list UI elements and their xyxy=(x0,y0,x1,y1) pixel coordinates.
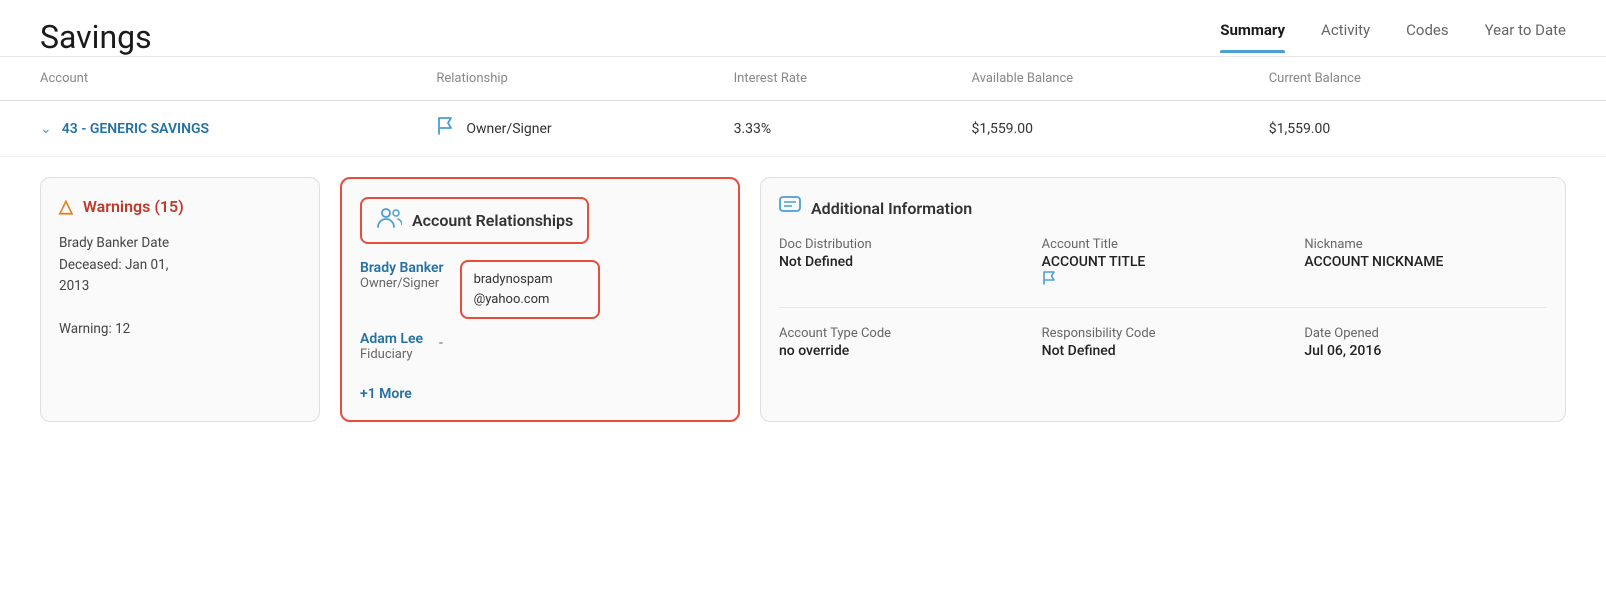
info-date-opened: Date Opened Jul 06, 2016 xyxy=(1304,326,1547,359)
info-account-type-code-label: Account Type Code xyxy=(779,326,1022,341)
person-1-email: bradynospam@yahoo.com xyxy=(474,272,553,307)
person-1-row: Brady Banker Owner/Signer bradynospam@ya… xyxy=(360,260,720,319)
person-1-name[interactable]: Brady Banker xyxy=(360,260,444,276)
chevron-down-icon[interactable]: ⌄ xyxy=(40,121,52,137)
info-account-title-label: Account Title xyxy=(1042,237,1285,252)
info-date-opened-label: Date Opened xyxy=(1304,326,1547,341)
nav-tabs: Summary Activity Codes Year to Date xyxy=(1220,21,1566,53)
info-nickname-value: ACCOUNT NICKNAME xyxy=(1304,254,1547,270)
person-2-email: - xyxy=(439,335,443,351)
tab-activity[interactable]: Activity xyxy=(1321,21,1370,53)
table-header: Account Relationship Interest Rate Avail… xyxy=(0,57,1606,101)
warnings-title: Warnings (15) xyxy=(83,197,184,216)
info-account-type-code: Account Type Code no override xyxy=(779,326,1022,359)
col-available-balance: Available Balance xyxy=(971,71,1268,86)
info-responsibility-code: Responsibility Code Not Defined xyxy=(1042,326,1285,359)
relationships-card: Account Relationships Brady Banker Owner… xyxy=(340,177,740,422)
person-2-entry: Adam Lee Fiduciary xyxy=(360,331,423,362)
page-title: Savings xyxy=(40,18,152,56)
person-2-name[interactable]: Adam Lee xyxy=(360,331,423,347)
account-title-flag-icon xyxy=(1042,270,1058,289)
current-balance-value: $1,559.00 xyxy=(1269,121,1566,137)
chat-icon xyxy=(779,196,801,221)
info-responsibility-code-value: Not Defined xyxy=(1042,343,1285,359)
person-1-role: Owner/Signer xyxy=(360,276,444,291)
info-date-opened-value: Jul 06, 2016 xyxy=(1304,343,1547,359)
additional-info-header: Additional Information xyxy=(779,196,1547,221)
info-grid: Doc Distribution Not Defined Account Tit… xyxy=(779,237,1547,359)
tab-year-to-date[interactable]: Year to Date xyxy=(1485,21,1566,53)
relationships-title: Account Relationships xyxy=(412,211,573,230)
warnings-card: △ Warnings (15) Brady Banker Date Deceas… xyxy=(40,177,320,422)
info-nickname: Nickname ACCOUNT NICKNAME xyxy=(1304,237,1547,289)
person-1-entry: Brady Banker Owner/Signer xyxy=(360,260,444,291)
account-link[interactable]: 43 - GENERIC SAVINGS xyxy=(62,121,209,137)
info-doc-distribution-label: Doc Distribution xyxy=(779,237,1022,252)
info-account-type-code-value: no override xyxy=(779,343,1022,359)
info-doc-distribution-value: Not Defined xyxy=(779,254,1022,270)
person-1-email-bubble: bradynospam@yahoo.com xyxy=(460,260,600,319)
more-link[interactable]: +1 More xyxy=(360,386,720,402)
flag-icon xyxy=(436,117,456,140)
tab-summary[interactable]: Summary xyxy=(1220,21,1285,53)
info-nickname-label: Nickname xyxy=(1304,237,1547,252)
warning-icon: △ xyxy=(59,196,73,217)
page-header: Savings Summary Activity Codes Year to D… xyxy=(0,0,1606,57)
person-2-role: Fiduciary xyxy=(360,347,423,362)
person-2-row: Adam Lee Fiduciary - xyxy=(360,331,720,374)
relationships-card-header: Account Relationships xyxy=(360,197,589,244)
additional-info-title: Additional Information xyxy=(811,199,972,218)
people-icon xyxy=(376,207,402,234)
info-divider xyxy=(779,307,1547,308)
additional-info-card: Additional Information Doc Distribution … xyxy=(760,177,1566,422)
info-account-title-value: ACCOUNT TITLE xyxy=(1042,254,1285,289)
relationship-value: Owner/Signer xyxy=(466,121,551,137)
tab-codes[interactable]: Codes xyxy=(1406,21,1448,53)
account-cell: ⌄ 43 - GENERIC SAVINGS xyxy=(40,121,436,137)
col-current-balance: Current Balance xyxy=(1269,71,1566,86)
col-relationship: Relationship xyxy=(436,71,733,86)
info-responsibility-code-label: Responsibility Code xyxy=(1042,326,1285,341)
warnings-card-header: △ Warnings (15) xyxy=(59,196,301,217)
info-doc-distribution: Doc Distribution Not Defined xyxy=(779,237,1022,289)
cards-section: △ Warnings (15) Brady Banker Date Deceas… xyxy=(0,157,1606,442)
info-account-title: Account Title ACCOUNT TITLE xyxy=(1042,237,1285,289)
interest-rate-value: 3.33% xyxy=(734,121,972,137)
relationship-cell: Owner/Signer xyxy=(436,117,733,140)
warnings-content: Brady Banker Date Deceased: Jan 01, 2013… xyxy=(59,233,301,341)
available-balance-value: $1,559.00 xyxy=(971,121,1268,137)
col-interest-rate: Interest Rate xyxy=(734,71,972,86)
table-row: ⌄ 43 - GENERIC SAVINGS Owner/Signer 3.33… xyxy=(0,101,1606,157)
col-account: Account xyxy=(40,71,436,86)
